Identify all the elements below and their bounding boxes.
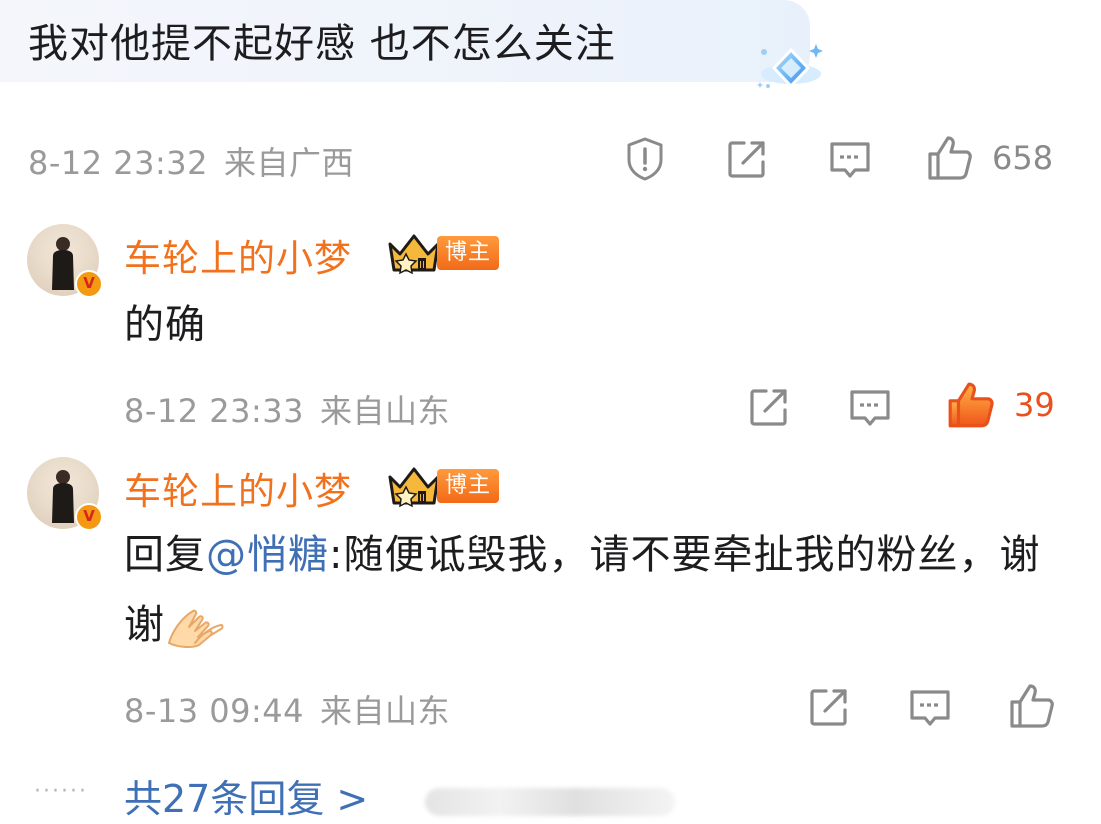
reply-location: 来自山东 [320,392,451,430]
comment-icon [910,690,950,726]
more-dots: ······ [34,779,88,804]
share-button[interactable] [808,686,850,728]
crown-badge-icon: II [388,467,440,508]
svg-text:II: II [419,260,425,271]
avatar-figure-icon [52,237,74,290]
reply-text: 回复@悄糖:随便诋毁我，请不要牵扯我的粉丝，谢谢 [124,520,1054,660]
share-button[interactable] [748,386,790,428]
like-count: 658 [992,139,1054,177]
reply-meta: 8-13 09:44 来自山东 [124,686,450,732]
diamond-fan-badge-icon [757,44,823,89]
share-icon [810,689,847,726]
username[interactable]: 车轮上的小梦 [124,461,352,515]
reply-time: 8-13 09:44 [124,692,305,730]
thumbs-up-icon [1010,684,1054,728]
avatar[interactable]: V [27,224,103,298]
comment-button[interactable] [908,688,952,730]
reply-meta: 8-12 23:33 来自山东 [124,386,450,432]
blurred-content [425,788,675,816]
svg-text:II: II [419,493,425,504]
avatar-figure-icon [52,470,74,523]
top-comment-text: 我对他提不起好感 也不怎么关注 [28,21,616,67]
like-button[interactable] [1008,682,1056,730]
top-comment-meta: 8-12 23:32 来自广西 [28,138,354,184]
share-icon [728,141,765,178]
folded-hands-emoji-icon [168,609,224,649]
blogger-tag: 博主 [437,469,500,503]
like-count: 39 [1014,386,1055,424]
verified-badge: V [75,503,103,531]
avatar[interactable]: V [27,457,103,531]
shield-warning-icon [627,137,663,181]
comment-icon [850,390,890,426]
reply-location: 来自山东 [320,692,451,730]
like-button[interactable]: 658 [926,134,1053,182]
comment-button[interactable] [848,388,892,430]
top-comment-location: 来自广西 [224,144,355,182]
view-more-replies-link[interactable]: 共27条回复 > [124,768,368,823]
like-button-active[interactable]: 39 [946,380,1055,430]
blogger-tag: 博主 [437,236,500,270]
thumbs-up-icon [928,136,972,180]
mention-link[interactable]: @悄糖 [206,532,329,578]
top-comment-time: 8-12 23:32 [28,144,209,182]
verified-badge: V [75,270,103,298]
share-button[interactable] [726,138,768,180]
share-icon [750,389,787,426]
crown-badge-icon: II [388,234,440,275]
reply-text: 的确 [124,302,206,348]
top-comment-bubble: 我对他提不起好感 也不怎么关注 [0,0,810,82]
username[interactable]: 车轮上的小梦 [124,228,352,282]
report-button[interactable] [624,136,666,182]
thumbs-up-filled-icon [948,382,994,428]
comment-icon [830,142,870,178]
reply-time: 8-12 23:33 [124,392,305,430]
reply-prefix: 回复 [124,532,206,578]
comment-button[interactable] [828,140,872,182]
